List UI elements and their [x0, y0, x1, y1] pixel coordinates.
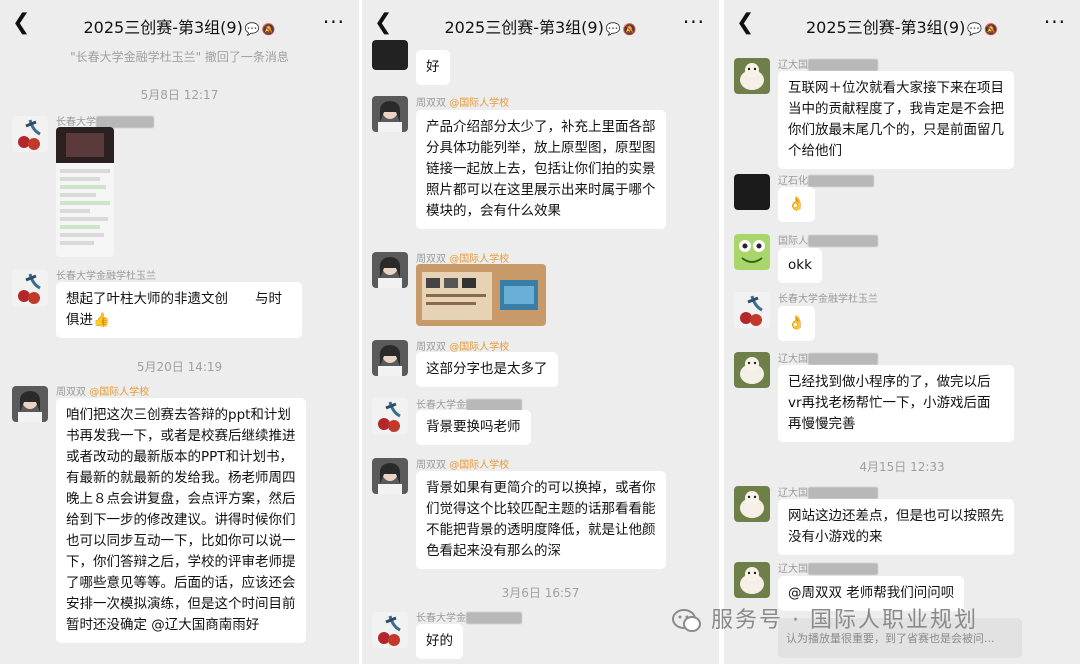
- sender-name: 周双双 @国际人学校: [416, 254, 510, 265]
- cherry-avatar-icon: [372, 398, 408, 434]
- bird-avatar-icon: [734, 486, 770, 522]
- chat-bubble-icon: 💬: [244, 22, 260, 36]
- person-avatar-icon: [372, 252, 408, 288]
- avatar[interactable]: [734, 562, 770, 598]
- watermark: 服务号 · 国际人职业规划: [672, 602, 978, 634]
- redacted-name: [808, 487, 878, 499]
- chat-title: 2025三创赛-第3组(9) 💬 🔕: [83, 18, 276, 37]
- message-bubble[interactable]: 好的: [416, 624, 463, 659]
- mute-icon: 🔕: [622, 23, 637, 36]
- sender-name: 辽大国: [778, 560, 878, 575]
- sender-name: 长春大学金: [416, 609, 522, 624]
- message-bubble[interactable]: 产品介绍部分太少了，补充上里面各部分具体功能列举，放上原型图，原型图链接一起放上…: [416, 110, 666, 229]
- sender-name: 周双双 @国际人学校: [416, 342, 510, 353]
- sender-name: 国际人: [778, 232, 878, 247]
- sender-name: 长春大学金融学杜玉兰: [56, 271, 156, 282]
- timestamp: 4月15日 12:33: [859, 460, 945, 474]
- slide-image[interactable]: [416, 264, 546, 326]
- avatar[interactable]: [734, 174, 770, 210]
- sender-name: 长春大学金融学杜玉兰: [778, 294, 878, 305]
- chat-screenshot-3: ❮ 2025三创赛-第3组(9) 💬 🔕 ··· 辽大国 互联网＋位次就看大家接下来…: [724, 0, 1080, 664]
- chat-title: 2025三创赛-第3组(9) 💬 🔕: [806, 18, 998, 37]
- message-bubble[interactable]: 👌: [778, 187, 815, 222]
- avatar[interactable]: [734, 352, 770, 388]
- redacted-name: [808, 235, 878, 247]
- recall-notice: "长春大学金融学杜玉兰" 撤回了一条消息: [70, 50, 289, 64]
- avatar[interactable]: [12, 116, 48, 152]
- person-avatar-icon: [372, 458, 408, 494]
- chat-bubble-icon: 💬: [605, 22, 621, 36]
- message-bubble[interactable]: 背景如果有更简介的可以换掉，或者你们觉得这个比较匹配主题的话那看看能不能把背景的…: [416, 471, 666, 569]
- avatar[interactable]: [734, 486, 770, 522]
- sender-name: 长春大学: [56, 113, 154, 128]
- chat-screenshot-1: ❮ 2025三创赛-第3组(9) 💬 🔕 ··· "长春大学金融学杜玉兰" 撤回了一…: [0, 0, 359, 664]
- avatar[interactable]: [372, 398, 408, 434]
- mute-icon: 🔕: [261, 23, 276, 36]
- avatar[interactable]: [372, 96, 408, 132]
- chat-title: 2025三创赛-第3组(9) 💬 🔕: [444, 18, 637, 37]
- cherry-avatar-icon: [12, 116, 48, 152]
- message-bubble[interactable]: 好: [416, 50, 450, 85]
- avatar[interactable]: [12, 270, 48, 306]
- sender-name: 周双双 @国际人学校: [56, 387, 150, 398]
- cherry-avatar-icon: [12, 270, 48, 306]
- sender-name: 周双双 @国际人学校: [416, 98, 510, 109]
- more-options-icon[interactable]: ···: [683, 10, 705, 34]
- chat-header: ❮ 2025三创赛-第3组(9) 💬 🔕 ···: [362, 0, 719, 50]
- chat-header: ❮ 2025三创赛-第3组(9) 💬 🔕 ···: [724, 0, 1080, 50]
- avatar[interactable]: [372, 458, 408, 494]
- cherry-avatar-icon: [372, 612, 408, 648]
- redacted-name: [808, 59, 878, 71]
- message-bubble[interactable]: 网站这边还差点，但是也可以按照先没有小游戏的来: [778, 499, 1014, 555]
- message-bubble[interactable]: 👌: [778, 306, 815, 341]
- avatar[interactable]: [372, 40, 408, 70]
- message-bubble[interactable]: 咱们把这次三创赛去答辩的ppt和计划书再发我一下，或者是校赛后继续推进或者改动的…: [56, 398, 306, 643]
- avatar[interactable]: [734, 292, 770, 328]
- sender-name: 辽大国: [778, 350, 878, 365]
- bird-avatar-icon: [734, 562, 770, 598]
- sender-name: 辽大国: [778, 484, 878, 499]
- timestamp: 5月8日 12:17: [140, 88, 219, 102]
- avatar[interactable]: [734, 58, 770, 94]
- avatar[interactable]: [372, 340, 408, 376]
- person-avatar-icon: [372, 96, 408, 132]
- sender-name: 辽大国: [778, 56, 878, 71]
- avatar[interactable]: [372, 612, 408, 648]
- redacted-name: [808, 563, 878, 575]
- avatar[interactable]: [734, 234, 770, 270]
- chat-header: ❮ 2025三创赛-第3组(9) 💬 🔕 ···: [0, 0, 359, 50]
- screenshot-image[interactable]: [56, 127, 114, 257]
- message-bubble[interactable]: okk: [778, 248, 822, 283]
- message-bubble[interactable]: 这部分字也是太多了: [416, 352, 558, 387]
- message-bubble[interactable]: 背景要换吗老师: [416, 410, 531, 445]
- wechat-logo-icon: [672, 609, 701, 632]
- timestamp: 3月6日 16:57: [501, 586, 580, 600]
- sender-name: 长春大学金: [416, 396, 522, 411]
- cherry-avatar-icon: [734, 292, 770, 328]
- message-bubble[interactable]: 互联网＋位次就看大家接下来在项目当中的贡献程度了，我肯定是不会把你们放最末尾几个…: [778, 71, 1014, 169]
- timestamp: 5月20日 14:19: [136, 360, 223, 374]
- redacted-name: [808, 353, 878, 365]
- sender-name: 周双双 @国际人学校: [416, 460, 510, 471]
- mute-icon: 🔕: [984, 23, 998, 36]
- message-bubble[interactable]: 已经找到做小程序的了，做完以后vr再找老杨帮忙一下，小游戏后面再慢慢完善: [778, 365, 1014, 442]
- person-avatar-icon: [372, 340, 408, 376]
- sender-name: 辽石化: [778, 172, 874, 187]
- avatar[interactable]: [12, 386, 48, 422]
- message-bubble[interactable]: 想起了叶柱大师的非遗文创 与时俱进👍: [56, 282, 302, 338]
- redacted-name: [466, 612, 522, 624]
- frog-avatar-icon: [734, 234, 770, 270]
- bird-avatar-icon: [734, 58, 770, 94]
- person-avatar-icon: [12, 386, 48, 422]
- avatar[interactable]: [372, 252, 408, 288]
- more-options-icon[interactable]: ···: [323, 10, 345, 34]
- more-options-icon[interactable]: ···: [1044, 10, 1066, 34]
- bird-avatar-icon: [734, 352, 770, 388]
- redacted-name: [808, 175, 874, 187]
- chat-bubble-icon: 💬: [967, 22, 983, 36]
- chat-screenshot-2: ❮ 2025三创赛-第3组(9) 💬 🔕 ··· 好 周双双 @国际人学校 产品介绍…: [362, 0, 719, 664]
